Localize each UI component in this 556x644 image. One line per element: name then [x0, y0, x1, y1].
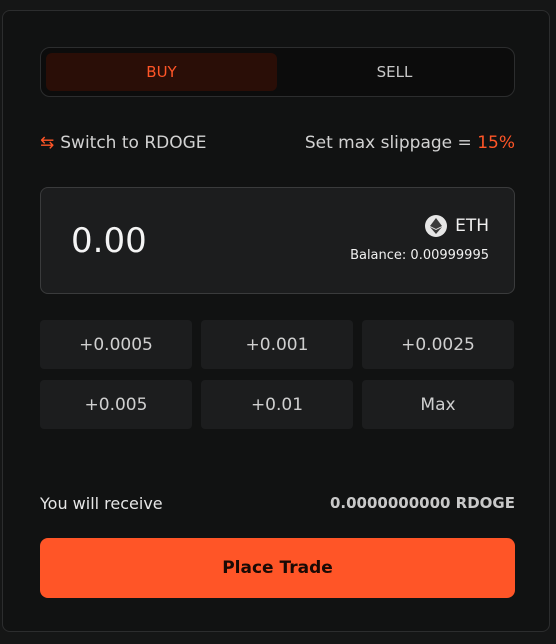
tab-sell[interactable]: SELL: [279, 53, 510, 91]
max-amount-button[interactable]: Max: [362, 380, 514, 429]
token-symbol: ETH: [455, 216, 489, 236]
slippage-value: 15%: [477, 133, 515, 153]
tab-buy[interactable]: BUY: [46, 53, 277, 91]
place-trade-button[interactable]: Place Trade: [40, 538, 515, 598]
ethereum-icon: [425, 215, 448, 237]
options-row: ⇆ Switch to RDOGE Set max slippage = 15%: [40, 130, 515, 156]
balance-text: Balance: 0.00999995: [350, 248, 489, 263]
quick-amount-button[interactable]: +0.01: [201, 380, 353, 429]
trade-panel: BUY SELL ⇆ Switch to RDOGE Set max slipp…: [2, 10, 550, 632]
switch-token-label: Switch to RDOGE: [60, 133, 207, 153]
amount-input[interactable]: [71, 218, 271, 264]
receive-value: 0.0000000000 RDOGE: [329, 494, 515, 512]
slippage-setting[interactable]: Set max slippage = 15%: [305, 133, 515, 153]
quick-amount-button[interactable]: +0.0005: [40, 320, 192, 369]
receive-row: You will receive 0.0000000000 RDOGE: [40, 491, 515, 515]
quick-amount-button[interactable]: +0.0025: [362, 320, 514, 369]
receive-label: You will receive: [40, 493, 163, 513]
amount-box: ETH Balance: 0.00999995: [40, 187, 515, 294]
slippage-label: Set max slippage =: [304, 133, 472, 153]
quick-amount-button[interactable]: +0.001: [201, 320, 353, 369]
switch-token-link[interactable]: ⇆ Switch to RDOGE: [40, 133, 207, 153]
quick-amount-button[interactable]: +0.005: [40, 380, 192, 429]
token-selector[interactable]: ETH: [425, 215, 489, 237]
swap-arrows-icon: ⇆: [40, 133, 55, 153]
buy-sell-toggle: BUY SELL: [40, 47, 515, 97]
